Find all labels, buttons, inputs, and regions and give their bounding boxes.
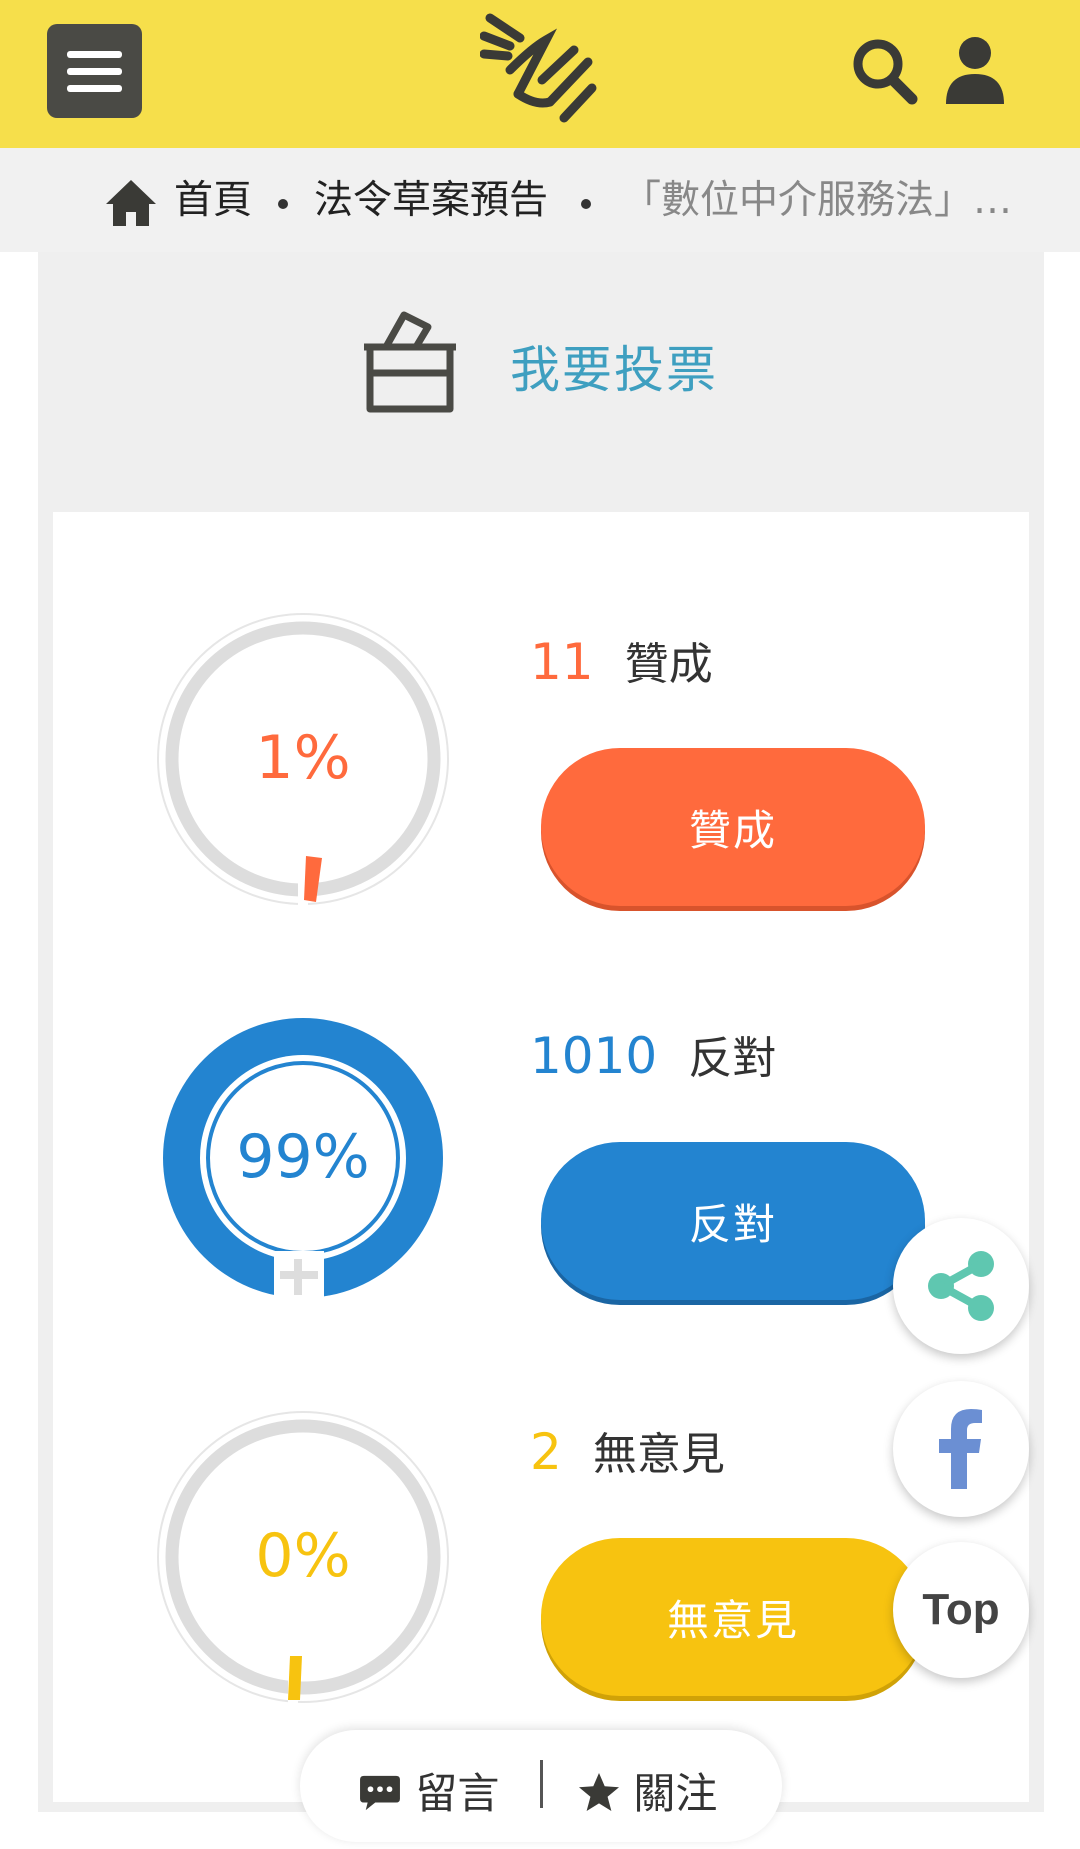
neutral-label: 無意見 xyxy=(592,1429,725,1480)
agree-count: 11 xyxy=(530,633,594,691)
menu-icon-bar xyxy=(67,85,122,92)
facebook-icon xyxy=(939,1409,982,1489)
share-icon xyxy=(928,1251,994,1321)
star-icon xyxy=(579,1772,619,1812)
site-logo-hand-icon[interactable] xyxy=(480,10,600,128)
follow-action[interactable]: 關注 xyxy=(578,1760,717,1821)
oppose-count: 1010 xyxy=(530,1027,658,1085)
agree-count-row: 11 贊成 xyxy=(530,628,713,692)
oppose-button[interactable]: 反對 xyxy=(541,1142,925,1300)
agree-label: 贊成 xyxy=(624,639,713,690)
breadcrumb-home[interactable]: 首頁 xyxy=(174,176,252,226)
breadcrumb-separator xyxy=(278,199,288,209)
menu-icon-bar xyxy=(67,68,122,75)
neutral-button[interactable]: 無意見 xyxy=(541,1538,925,1696)
top-header xyxy=(0,0,1080,148)
comment-action[interactable]: 留言 xyxy=(358,1760,499,1821)
agree-button[interactable]: 贊成 xyxy=(541,748,925,906)
oppose-count-row: 1010 反對 xyxy=(530,1022,776,1086)
search-icon[interactable] xyxy=(850,36,920,108)
bottom-action-bar: 留言 關注 xyxy=(300,1730,782,1842)
back-to-top-button[interactable]: Top xyxy=(893,1542,1029,1678)
ballot-box-icon xyxy=(364,311,456,413)
share-button[interactable] xyxy=(893,1218,1029,1354)
menu-button[interactable] xyxy=(47,24,142,118)
follow-label: 關注 xyxy=(633,1769,718,1818)
breadcrumb-current: 「數位中介服務法」… xyxy=(622,178,1013,223)
comment-icon xyxy=(360,1775,400,1811)
facebook-button[interactable] xyxy=(893,1381,1029,1517)
oppose-label: 反對 xyxy=(688,1033,777,1084)
user-icon[interactable] xyxy=(944,36,1006,106)
agree-percent: 1% xyxy=(255,723,351,793)
home-icon[interactable] xyxy=(104,178,158,228)
neutral-percent: 0% xyxy=(255,1521,351,1591)
neutral-count-row: 2 無意見 xyxy=(530,1418,725,1482)
breadcrumb-separator xyxy=(581,199,591,209)
neutral-count: 2 xyxy=(530,1423,562,1481)
oppose-percent: 99% xyxy=(236,1122,370,1192)
back-to-top-label: Top xyxy=(922,1585,1000,1634)
bottom-bar-divider xyxy=(540,1760,543,1808)
breadcrumb-drafts[interactable]: 法令草案預告 xyxy=(314,176,548,226)
breadcrumb: 首頁 法令草案預告 「數位中介服務法」… xyxy=(0,148,1080,252)
menu-icon-bar xyxy=(67,51,122,58)
vote-title: 我要投票 xyxy=(510,341,718,399)
comment-label: 留言 xyxy=(415,1769,500,1818)
